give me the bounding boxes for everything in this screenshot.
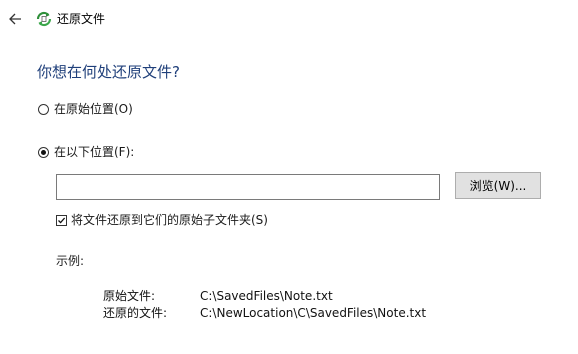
recycle-restore-icon [36, 11, 52, 27]
subfolder-checkbox-label: 将文件还原到它们的原始子文件夹(S) [71, 213, 268, 227]
radio-original-location-indicator[interactable] [38, 103, 49, 115]
example-key: 原始文件: [103, 289, 156, 303]
browse-button[interactable]: 浏览(W)... [455, 172, 541, 199]
subfolder-checkbox[interactable] [56, 214, 67, 226]
radio-custom-location-indicator[interactable] [38, 146, 49, 158]
radio-custom-location-label: 在以下位置(F): [54, 145, 135, 159]
arrow-left-icon [9, 13, 21, 25]
restore-files-window: 还原文件 你想在何处还原文件? 在原始位置(O) 在以下位置(F): 浏览(W)… [0, 0, 578, 354]
example-label: 示例: [56, 254, 85, 268]
example-value: C:\SavedFiles\Note.txt [200, 289, 333, 303]
window-title: 还原文件 [57, 12, 106, 26]
radio-original-location[interactable]: 在原始位置(O) [38, 101, 133, 117]
restore-path-input[interactable] [56, 174, 440, 200]
check-icon [58, 217, 66, 224]
back-button[interactable] [4, 8, 26, 30]
example-key: 还原的文件: [103, 306, 168, 320]
example-value: C:\NewLocation\C\SavedFiles\Note.txt [200, 306, 427, 320]
radio-custom-location[interactable]: 在以下位置(F): [38, 144, 134, 160]
radio-original-location-label: 在原始位置(O) [54, 102, 133, 116]
title-bar: 还原文件 [0, 0, 578, 38]
page-heading: 你想在何处还原文件? [37, 63, 180, 81]
subfolder-checkbox-row[interactable]: 将文件还原到它们的原始子文件夹(S) [56, 212, 268, 228]
